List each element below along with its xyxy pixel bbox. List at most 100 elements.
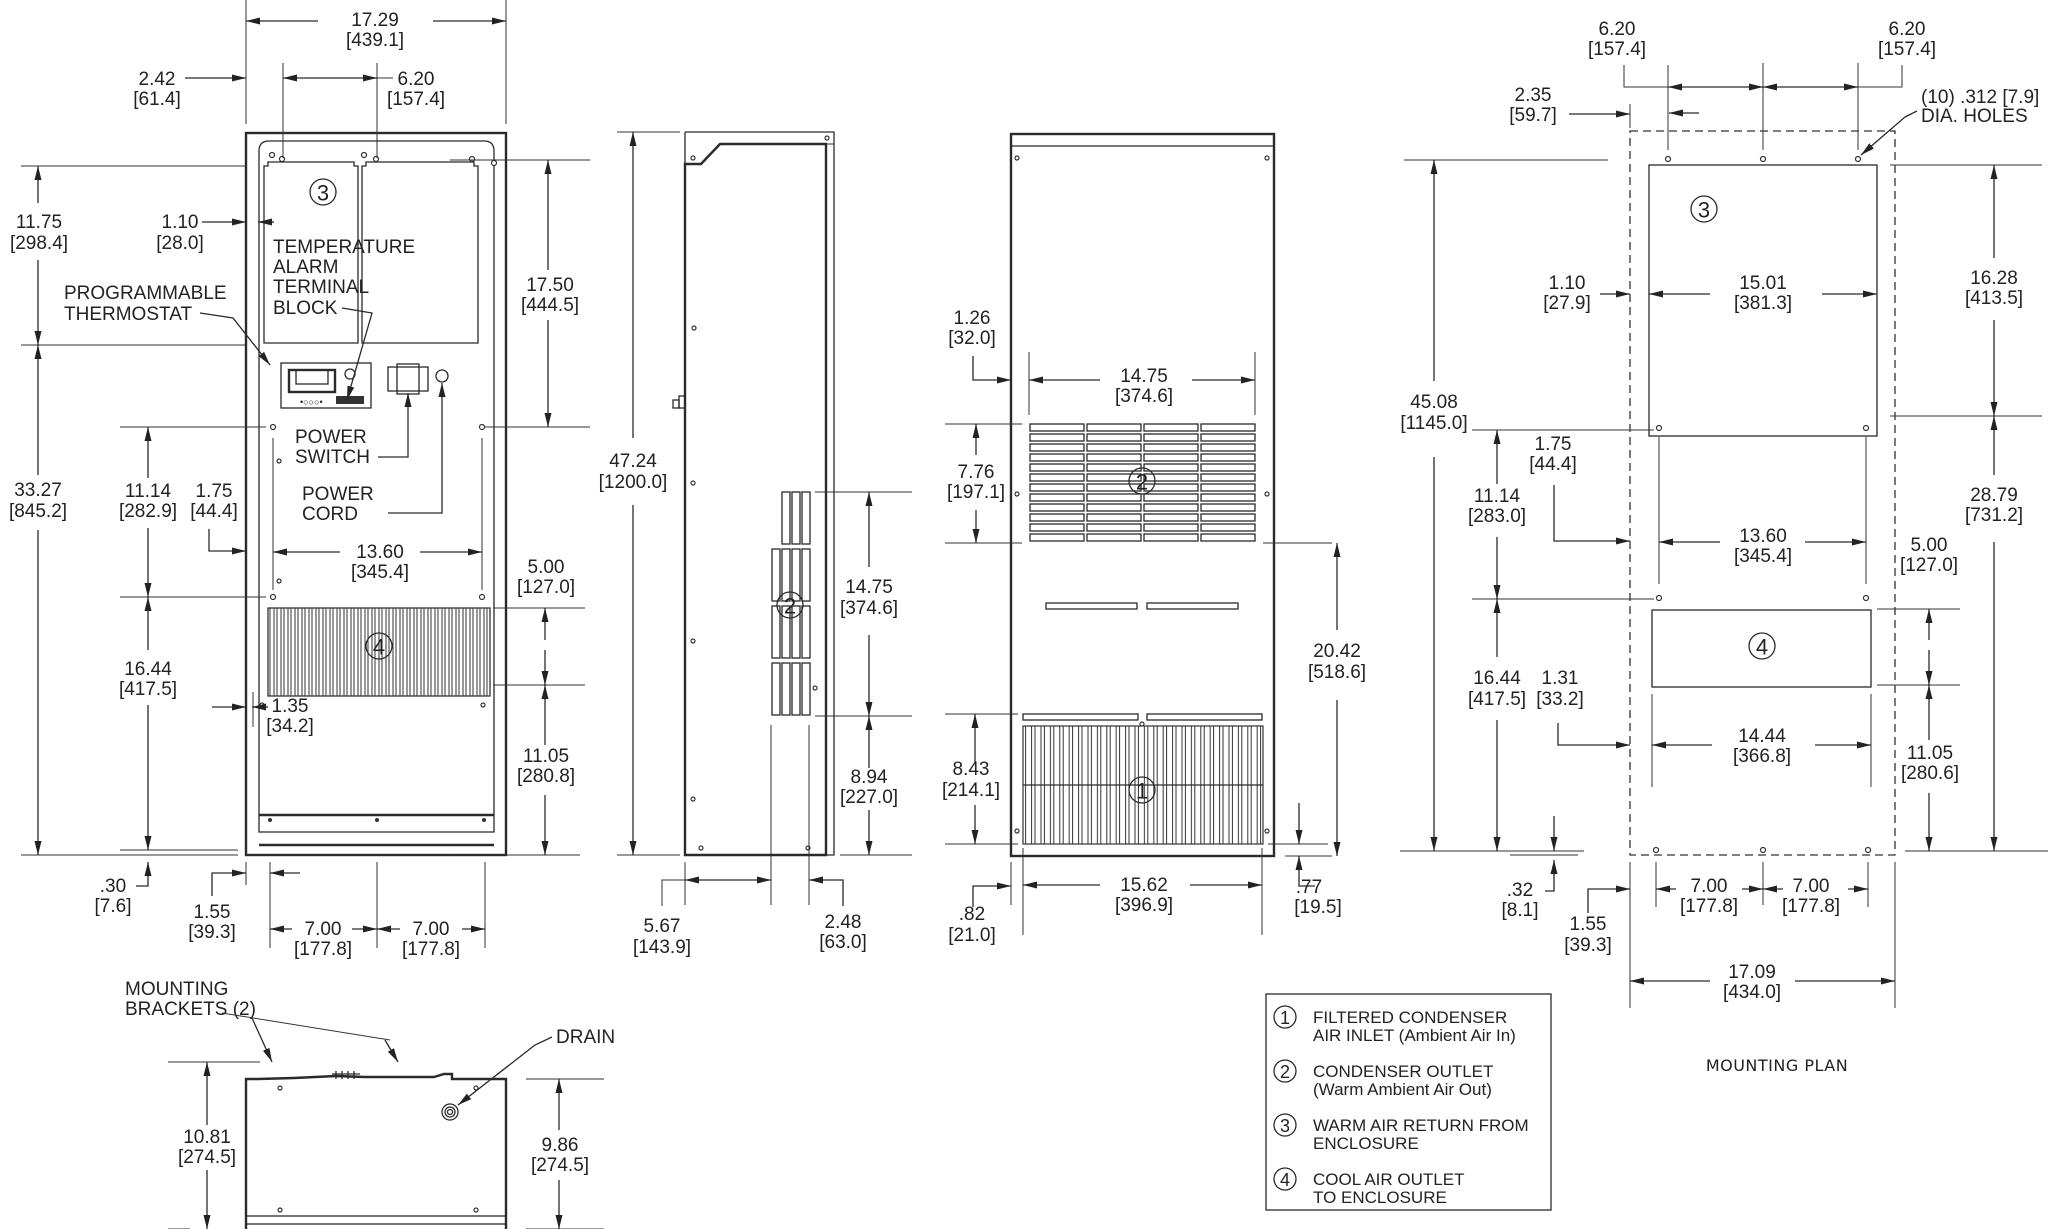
svg-text:.30: .30 — [100, 876, 126, 897]
svg-text:20.42: 20.42 — [1313, 641, 1361, 662]
dim-lower-holes: 16.44 [417.5] — [119, 597, 238, 851]
svg-text:POWER: POWER — [295, 427, 367, 448]
svg-text:[434.0]: [434.0] — [1723, 982, 1781, 1003]
svg-text:POWER: POWER — [302, 484, 374, 505]
outlet-louver-slat — [1200, 503, 1256, 512]
svg-text:BRACKETS (2): BRACKETS (2) — [125, 999, 256, 1020]
svg-text:2.48: 2.48 — [825, 912, 862, 933]
svg-text:11.05: 11.05 — [1907, 743, 1953, 764]
outlet-louver-slat — [1029, 443, 1085, 452]
outlet-louver-slat — [1200, 443, 1256, 452]
outlet-louver-slat — [1086, 443, 1142, 452]
legend-text: FILTERED CONDENSER — [1313, 1008, 1507, 1027]
outlet-louver-slat — [1029, 423, 1085, 432]
svg-text:[34.2]: [34.2] — [266, 716, 314, 737]
svg-text:[59.7]: [59.7] — [1509, 105, 1557, 126]
dim-overall-width: 17.29 [439.1] — [245, 0, 507, 124]
outlet-louver-slat — [1029, 523, 1085, 532]
svg-text:[19.5]: [19.5] — [1294, 897, 1342, 918]
dim-plan-left-offset: 2.35 [59.7] — [1509, 85, 1699, 128]
legend-number: 3 — [1280, 1116, 1290, 1136]
svg-text:1.55: 1.55 — [194, 902, 231, 923]
svg-text:13.60: 13.60 — [1739, 526, 1787, 547]
svg-text:[417.5]: [417.5] — [1468, 689, 1526, 710]
svg-text:.82: .82 — [959, 904, 985, 925]
svg-text:ALARM: ALARM — [273, 257, 338, 278]
svg-text:THERMOSTAT: THERMOSTAT — [64, 304, 192, 325]
callout-2-side: 2 — [776, 591, 804, 619]
outlet-louver-slat — [1029, 503, 1085, 512]
dim-side-vent-height: 14.75 [374.6] — [815, 491, 912, 717]
outlet-louver-slat — [1086, 533, 1142, 542]
outlet-louver-slat — [1029, 433, 1085, 442]
legend-text: CONDENSER OUTLET — [1313, 1062, 1493, 1081]
legend-item-2: 2 CONDENSER OUTLET(Warm Ambient Air Out) — [1273, 1059, 1493, 1099]
dim-plan-cutout3-width: 15.01 [381.3] — [1649, 273, 1877, 314]
outlet-louver-slat — [1200, 533, 1256, 542]
label-mounting-brackets: MOUNTING BRACKETS (2) — [125, 979, 399, 1063]
outlet-louver-slat — [1086, 493, 1142, 502]
outlet-louver-slat — [1200, 433, 1256, 442]
note-dia-holes: (10) .312 [7.9] DIA. HOLES — [1860, 87, 2039, 156]
outlet-louver-slat — [1086, 453, 1142, 462]
svg-text:[44.4]: [44.4] — [190, 501, 238, 522]
outlet-louver-slat — [1029, 533, 1085, 542]
svg-text:1: 1 — [1136, 779, 1148, 804]
svg-text:14.75: 14.75 — [845, 577, 893, 598]
label-drain: DRAIN — [457, 1027, 615, 1106]
svg-text:[61.4]: [61.4] — [133, 89, 181, 110]
legend-text: COOL AIR OUTLET — [1313, 1170, 1464, 1189]
legend-number: 1 — [1280, 1008, 1290, 1028]
svg-text:[39.3]: [39.3] — [1564, 935, 1612, 956]
svg-text:47.24: 47.24 — [609, 451, 657, 472]
svg-text:15.62: 15.62 — [1120, 875, 1168, 896]
dim-back-outlet-to-bottom: 20.42 [518.6] — [1263, 542, 1366, 857]
svg-text:BLOCK: BLOCK — [273, 298, 338, 319]
outlet-louver-slat — [1143, 473, 1199, 482]
svg-text:15.01: 15.01 — [1739, 273, 1787, 294]
legend-text: WARM AIR RETURN FROM — [1313, 1116, 1529, 1135]
drain-fitting — [441, 1103, 459, 1121]
svg-text:8.43: 8.43 — [953, 759, 990, 780]
svg-text:11.05: 11.05 — [523, 746, 569, 767]
svg-text:[282.9]: [282.9] — [119, 501, 177, 522]
svg-text:[417.5]: [417.5] — [119, 679, 177, 700]
svg-text:45.08: 45.08 — [1410, 392, 1458, 413]
dim-plan-bottom-spans: 7.00 [177.8] 7.00 [177.8] — [1655, 862, 1869, 917]
dim-side-vent-bottom: 8.94 [227.0] — [840, 716, 912, 856]
svg-text:6.20: 6.20 — [1889, 19, 1926, 40]
outlet-louver-slat — [1143, 513, 1199, 522]
dim-back-outlet-width: 14.75 [374.6] — [1028, 352, 1256, 415]
callout-3-plan: 3 — [1690, 195, 1718, 223]
legend-number: 4 — [1280, 1170, 1290, 1190]
outlet-louver-slat — [1086, 423, 1142, 432]
outlet-louver-slat — [1029, 493, 1085, 502]
svg-text:[127.0]: [127.0] — [517, 577, 575, 598]
svg-text:[157.4]: [157.4] — [387, 89, 445, 110]
dim-side-height: 47.24 [1200.0] — [599, 131, 680, 856]
svg-text:[44.4]: [44.4] — [1529, 454, 1577, 475]
svg-text:[27.9]: [27.9] — [1543, 293, 1591, 314]
dim-plan-cutout4-height: 5.00 [127.0] — [1877, 535, 1960, 686]
svg-text:[1145.0]: [1145.0] — [1400, 413, 1467, 434]
svg-text:[374.6]: [374.6] — [840, 598, 898, 619]
dim-return-inset: 1.10 [28.0] — [156, 212, 274, 254]
label-programmable-thermostat: PROGRAMMABLE THERMOSTAT — [64, 283, 271, 366]
svg-text:10.81: 10.81 — [183, 1127, 231, 1148]
outlet-louver-slat — [1086, 473, 1142, 482]
outlet-louver-slat — [1143, 453, 1199, 462]
svg-text:DIA. HOLES: DIA. HOLES — [1921, 106, 2028, 127]
svg-text:5.00: 5.00 — [1911, 535, 1948, 556]
svg-text:[127.0]: [127.0] — [1900, 555, 1958, 576]
dim-lower-height: 33.27 [845.2] — [9, 345, 238, 856]
svg-text:5.67: 5.67 — [644, 916, 681, 937]
svg-text:[33.2]: [33.2] — [1536, 689, 1584, 710]
outlet-louver-slat — [1200, 483, 1256, 492]
svg-text:[32.0]: [32.0] — [948, 328, 996, 349]
svg-text:11.14: 11.14 — [1474, 486, 1521, 507]
svg-text:[731.2]: [731.2] — [1965, 505, 2023, 526]
callout-4-plan: 4 — [1748, 632, 1776, 660]
dim-plan-hole-span: 13.60 [345.4] — [1658, 437, 1867, 584]
svg-text:1.35: 1.35 — [272, 696, 309, 717]
svg-text:1.75: 1.75 — [196, 481, 233, 502]
